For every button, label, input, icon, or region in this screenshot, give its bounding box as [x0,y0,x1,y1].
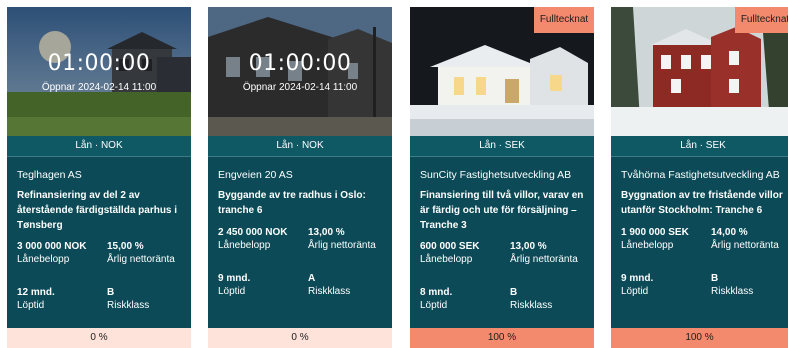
loan-term-label: Löptid [17,300,45,311]
divider [410,156,594,157]
property-photo: 01:00:00 Öppnar 2024-02-14 11:00 [208,7,392,136]
divider [611,156,788,157]
loan-amount-value: 2 450 000 NOK [218,227,288,238]
fully-subscribed-badge: Fulltecknat [735,7,788,33]
funding-progress: 0 % [208,328,392,348]
loan-description[interactable]: Refinansiering av del 2 av återstående f… [17,188,183,233]
loan-term-label: Löptid [420,300,448,311]
issuer-name: SunCity Fastighetsutveckling AB [420,169,572,181]
loan-type: Lån · NOK [208,136,392,156]
loan-description[interactable]: Byggnation av tre fristående villor utan… [621,188,787,218]
loan-card-tvahorna[interactable]: Fulltecknat Lån · SEK Tvåhörna Fastighet… [611,7,788,348]
loan-amount-label: Lånebelopp [218,240,271,251]
loan-type: Lån · SEK [410,136,594,156]
loan-amount: 3 000 000 NOK Lånebelopp [17,240,87,266]
issuer-name: Teglhagen AS [17,169,82,181]
loan-description[interactable]: Byggande av tre radhus i Oslo: tranche 6 [218,188,384,218]
loan-term-label: Löptid [218,286,246,297]
loan-term: 12 mnd. Löptid [17,286,55,312]
opens-date: Öppnar 2024-02-14 11:00 [41,82,157,93]
issuer-name: Engveien 20 AS [218,169,293,181]
interest-rate-value: 13,00 % [510,241,547,252]
loan-amount-value: 1 900 000 SEK [621,227,689,238]
loan-amount: 1 900 000 SEK Lånebelopp [621,226,689,252]
interest-rate: 13,00 % Årlig nettoränta [308,226,376,252]
loan-term-value: 12 mnd. [17,287,55,298]
risk-class-label: Riskklass [711,286,754,297]
risk-class-value: B [711,273,719,284]
funding-progress: 100 % [611,328,788,348]
risk-class-label: Riskklass [308,286,351,297]
divider [7,156,191,157]
risk-class: B Riskklass [107,286,149,312]
loan-card-suncity[interactable]: Fulltecknat Lån · SEK SunCity Fastighets… [410,7,594,348]
interest-rate-label: Årlig nettoränta [510,254,578,265]
loan-amount-label: Lånebelopp [621,240,674,251]
risk-class: B Riskklass [711,272,753,298]
risk-class-label: Riskklass [107,300,150,311]
loan-term-value: 9 mnd. [218,273,251,284]
opens-date: Öppnar 2024-02-14 11:00 [242,82,358,93]
loan-term: 8 mnd. Löptid [420,286,452,312]
property-photo: Fulltecknat [611,7,788,136]
risk-class-label: Riskklass [510,300,553,311]
interest-rate-value: 14,00 % [711,227,748,238]
funding-progress-text: 0 % [90,332,108,343]
loan-amount-label: Lånebelopp [420,254,473,265]
interest-rate-value: 15,00 % [107,241,144,252]
loan-card-teglhagen[interactable]: 01:00:00 Öppnar 2024-02-14 11:00 Lån · N… [7,7,191,348]
interest-rate: 13,00 % Årlig nettoränta [510,240,578,266]
issuer-name: Tvåhörna Fastighetsutveckling AB [621,169,780,181]
loan-type: Lån · NOK [7,136,191,156]
loan-term: 9 mnd. Löptid [218,272,250,298]
funding-progress: 0 % [7,328,191,348]
risk-class-value: B [510,287,518,298]
interest-rate-label: Årlig nettoränta [308,240,376,251]
property-photo: Fulltecknat [410,7,594,136]
loan-amount-value: 3 000 000 NOK [17,241,87,252]
countdown-timer: 01:00:00 [248,51,352,76]
risk-class-value: A [308,273,316,284]
interest-rate: 15,00 % Årlig nettoränta [107,240,175,266]
loan-term-value: 9 mnd. [621,273,654,284]
loan-amount-value: 600 000 SEK [420,241,480,252]
divider [208,156,392,157]
loan-type: Lån · SEK [611,136,788,156]
loan-card-engveien[interactable]: 01:00:00 Öppnar 2024-02-14 11:00 Lån · N… [208,7,392,348]
funding-progress-text: 100 % [487,332,517,343]
loan-description[interactable]: Finansiering till två villor, varav en ä… [420,188,586,233]
interest-rate: 14,00 % Årlig nettoränta [711,226,779,252]
loan-amount: 600 000 SEK Lånebelopp [420,240,480,266]
funding-progress: 100 % [410,328,594,348]
interest-rate-value: 13,00 % [308,227,345,238]
risk-class: A Riskklass [308,272,350,298]
funding-progress-text: 100 % [685,332,714,343]
interest-rate-label: Årlig nettoränta [711,240,779,251]
funding-progress-text: 0 % [291,332,309,343]
interest-rate-label: Årlig nettoränta [107,254,175,265]
countdown-timer: 01:00:00 [47,51,151,76]
loan-term-value: 8 mnd. [420,287,453,298]
loan-term-label: Löptid [621,286,649,297]
loan-amount-label: Lånebelopp [17,254,70,265]
risk-class: B Riskklass [510,286,552,312]
loan-amount: 2 450 000 NOK Lånebelopp [218,226,288,252]
risk-class-value: B [107,287,115,298]
fully-subscribed-badge: Fulltecknat [534,7,594,33]
property-photo: 01:00:00 Öppnar 2024-02-14 11:00 [7,7,191,136]
loan-term: 9 mnd. Löptid [621,272,653,298]
